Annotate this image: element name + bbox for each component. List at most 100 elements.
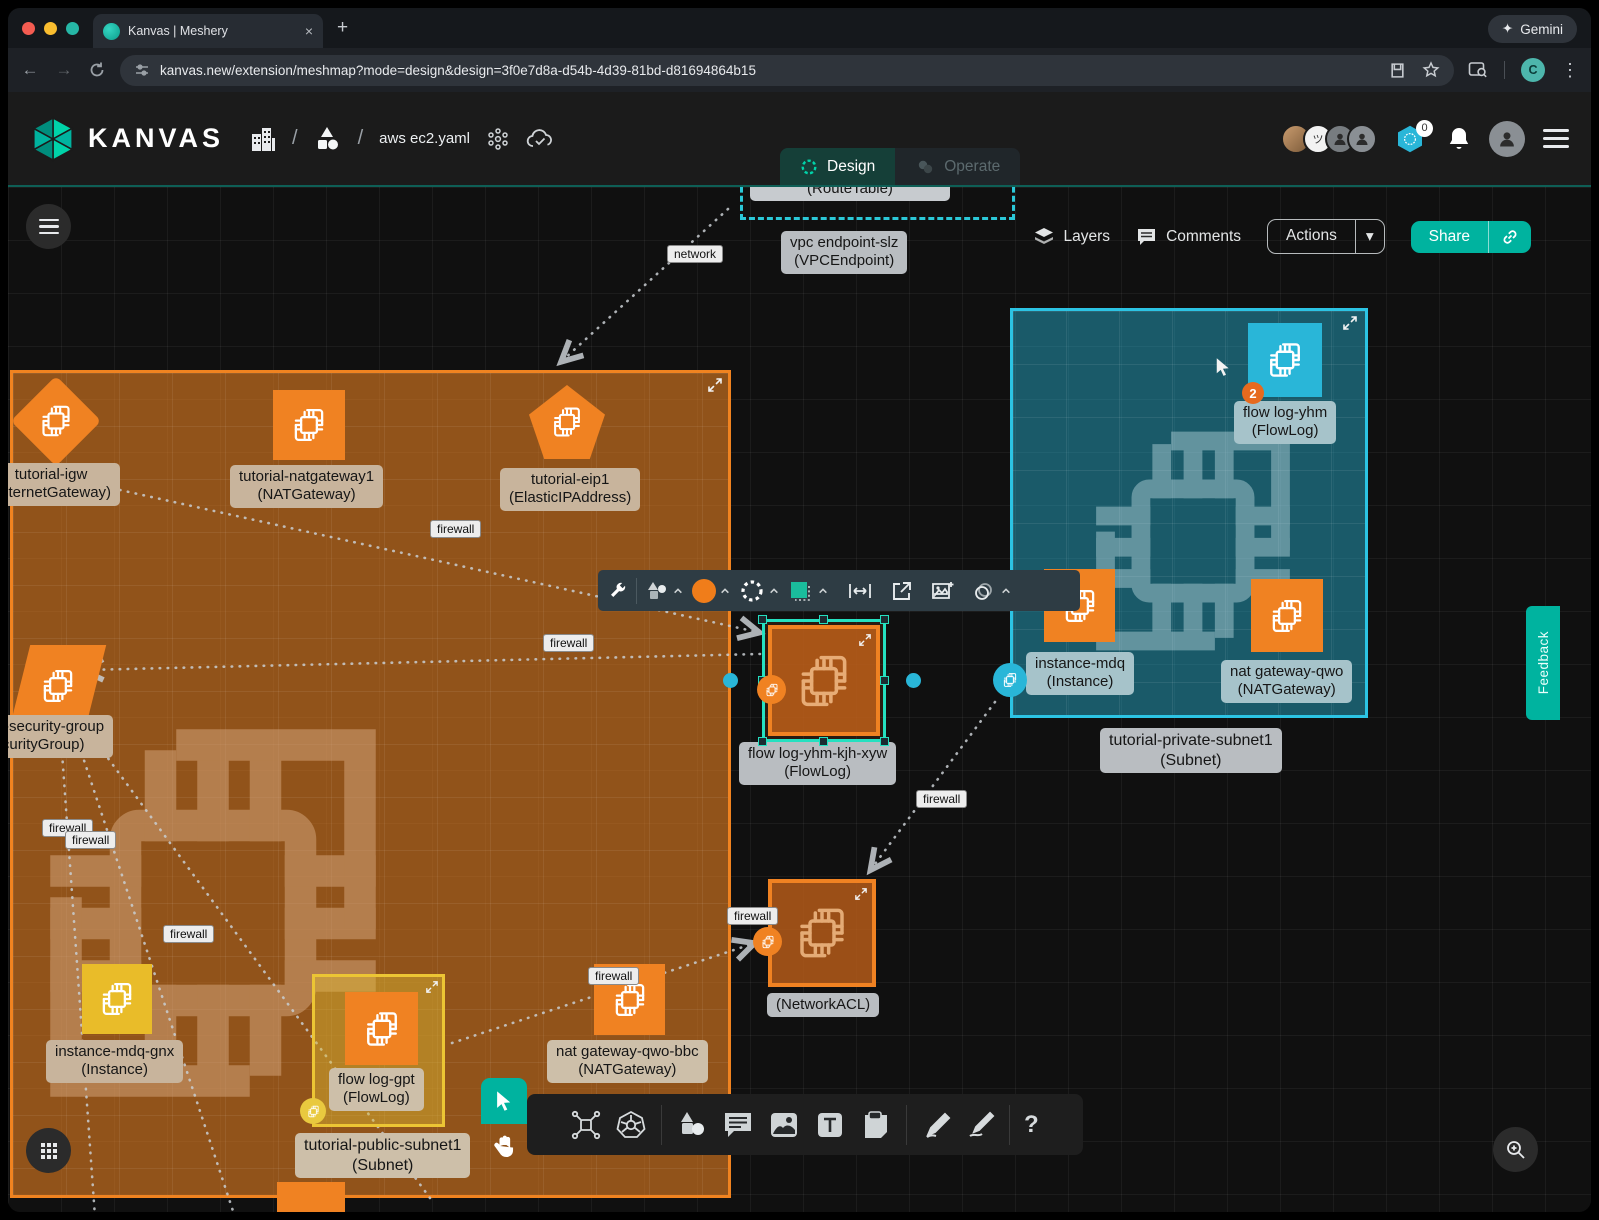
zoom-button[interactable]	[1493, 1127, 1538, 1172]
organization-icon[interactable]	[250, 125, 276, 153]
actions-dropdown-icon[interactable]: ▾	[1355, 220, 1384, 253]
chevron-up-icon[interactable]	[719, 586, 731, 596]
save-icon[interactable]	[1389, 62, 1406, 79]
share-button[interactable]: Share	[1411, 221, 1531, 253]
node-network-acl[interactable]	[768, 879, 876, 987]
mesh-sync-icon[interactable]	[486, 127, 510, 151]
node-label-flowlog-yhm[interactable]: flow log-yhm(FlowLog)	[1234, 401, 1336, 444]
subnet-connection-handle[interactable]	[993, 663, 1027, 697]
collaborator-avatar[interactable]	[1347, 124, 1377, 154]
resize-handle-n[interactable]	[819, 615, 828, 624]
zoom-window-button[interactable]	[66, 22, 79, 35]
open-external-icon[interactable]	[891, 580, 913, 602]
canvas-menu-button[interactable]	[26, 204, 71, 249]
connection-dot-left[interactable]	[723, 673, 738, 688]
collapse-icon[interactable]	[859, 634, 871, 646]
tab-operate[interactable]: Operate	[895, 148, 1020, 185]
node-nat-gateway-qwo[interactable]	[1251, 579, 1323, 652]
design-file-name[interactable]: aws ec2.yaml	[379, 130, 470, 147]
node-flowlog-kjh-selected[interactable]	[768, 625, 880, 736]
notification-bell-icon[interactable]	[1447, 126, 1471, 152]
connection-dot-right[interactable]	[906, 673, 921, 688]
note-tool-icon[interactable]	[860, 1110, 892, 1140]
tab-design[interactable]: Design	[780, 148, 895, 185]
node-partially-visible[interactable]	[277, 1182, 345, 1212]
chevron-up-icon[interactable]	[672, 586, 684, 596]
pen-tool-icon[interactable]	[921, 1110, 951, 1140]
flowlog-gpt-badge[interactable]	[300, 1098, 326, 1124]
node-instance-gnx[interactable]	[82, 964, 152, 1034]
lens-tool[interactable]	[973, 580, 1012, 602]
feedback-tab[interactable]: Feedback	[1526, 606, 1560, 720]
node-label-private-subnet[interactable]: tutorial-private-subnet1(Subnet)	[1100, 728, 1282, 773]
node-label-igw[interactable]: tutorial-igw(InternetGateway)	[8, 463, 120, 506]
node-label-vpc-endpoint[interactable]: vpc endpoint-slz(VPCEndpoint)	[781, 231, 907, 274]
collaborator-avatars[interactable]: ツ	[1281, 124, 1377, 154]
kubernetes-icon[interactable]	[615, 1109, 647, 1141]
text-tool-icon[interactable]	[814, 1110, 846, 1140]
shapes-tool[interactable]	[645, 580, 684, 602]
close-window-button[interactable]	[22, 22, 35, 35]
comment-tool-icon[interactable]	[722, 1110, 754, 1140]
chevron-up-icon[interactable]	[817, 586, 829, 596]
user-avatar[interactable]	[1489, 121, 1525, 157]
site-settings-icon[interactable]	[134, 62, 150, 78]
collapse-icon[interactable]	[855, 888, 867, 900]
kanvas-brand[interactable]: KANVAS	[30, 115, 224, 163]
help-button[interactable]: ?	[1024, 1111, 1039, 1139]
widgets-button[interactable]	[26, 1128, 71, 1173]
resize-handle-se[interactable]	[880, 737, 889, 746]
shapes-tool-icon[interactable]	[676, 1110, 708, 1140]
forward-icon[interactable]: →	[54, 60, 74, 80]
node-label-instance-mdq[interactable]: instance-mdq(Instance)	[1026, 652, 1134, 695]
node-label-eip1[interactable]: tutorial-eip1(ElasticIPAddress)	[500, 468, 640, 511]
reload-icon[interactable]	[88, 61, 106, 79]
node-label-natgateway1[interactable]: tutorial-natgateway1(NATGateway)	[230, 465, 383, 508]
node-label-flowlog-kjh[interactable]: flow log-yhm-kjh-xyw(FlowLog)	[739, 742, 896, 785]
minimize-window-button[interactable]	[44, 22, 57, 35]
designs-icon[interactable]	[314, 126, 342, 152]
configure-wrench-icon[interactable]	[608, 581, 628, 601]
hamburger-menu-icon[interactable]	[1543, 129, 1569, 148]
tab-close-icon[interactable]: ×	[305, 23, 313, 39]
resize-handle-nw[interactable]	[758, 615, 767, 624]
comments-button[interactable]: Comments	[1136, 227, 1241, 247]
chevron-up-icon[interactable]	[768, 586, 780, 596]
shape-swatch-tool[interactable]	[788, 579, 829, 603]
add-image-icon[interactable]	[931, 580, 955, 602]
flowlog-kjh-badge[interactable]	[757, 675, 786, 704]
resize-handle-sw[interactable]	[758, 737, 767, 746]
back-icon[interactable]: ←	[20, 60, 40, 80]
node-label-flowlog-gpt[interactable]: flow log-gpt(FlowLog)	[329, 1068, 424, 1111]
url-field[interactable]: kanvas.new/extension/meshmap?mode=design…	[120, 55, 1454, 86]
copy-link-icon[interactable]	[1488, 221, 1531, 253]
pencil-tool-icon[interactable]	[965, 1110, 995, 1140]
node-label-public-subnet[interactable]: tutorial-public-subnet1(Subnet)	[295, 1133, 470, 1178]
node-label-routetable[interactable]: (RouteTable)	[750, 187, 950, 201]
node-label-natgateway-bbc[interactable]: nat gateway-qwo-bbc(NATGateway)	[547, 1040, 708, 1083]
resize-handle-ne[interactable]	[880, 615, 889, 624]
design-canvas[interactable]: (RouteTable) Layers Comments Actions	[8, 187, 1591, 1212]
new-tab-button[interactable]: +	[337, 17, 348, 39]
image-tool-icon[interactable]	[768, 1110, 800, 1140]
environment-badge[interactable]: 0	[1395, 124, 1429, 154]
pan-tool-button[interactable]	[481, 1124, 527, 1170]
resize-handle-s[interactable]	[819, 737, 828, 746]
select-tool-button[interactable]	[481, 1078, 527, 1124]
window-controls[interactable]	[8, 22, 93, 35]
search-tabs-icon[interactable]	[1468, 61, 1488, 79]
collapse-icon[interactable]	[426, 981, 438, 993]
node-nat-gateway-1[interactable]	[273, 390, 345, 460]
browser-profile-avatar[interactable]: C	[1521, 58, 1545, 82]
node-label-networkacl[interactable]: (NetworkACL)	[767, 993, 879, 1017]
layers-button[interactable]: Layers	[1033, 227, 1111, 247]
collapse-icon[interactable]	[1343, 316, 1357, 330]
node-label-security-group[interactable]: tutorial-security-group(SecurityGroup)	[8, 715, 113, 758]
gemini-button[interactable]: ✦ Gemini	[1488, 15, 1577, 43]
bookmark-star-icon[interactable]	[1422, 61, 1440, 79]
collapse-icon[interactable]	[708, 378, 722, 392]
node-label-instance-gnx[interactable]: instance-mdq-gnx(Instance)	[46, 1040, 183, 1083]
chevron-up-icon[interactable]	[1000, 586, 1012, 596]
browser-tab[interactable]: Kanvas | Meshery ×	[93, 14, 323, 48]
browser-menu-icon[interactable]: ⋮	[1561, 60, 1579, 81]
